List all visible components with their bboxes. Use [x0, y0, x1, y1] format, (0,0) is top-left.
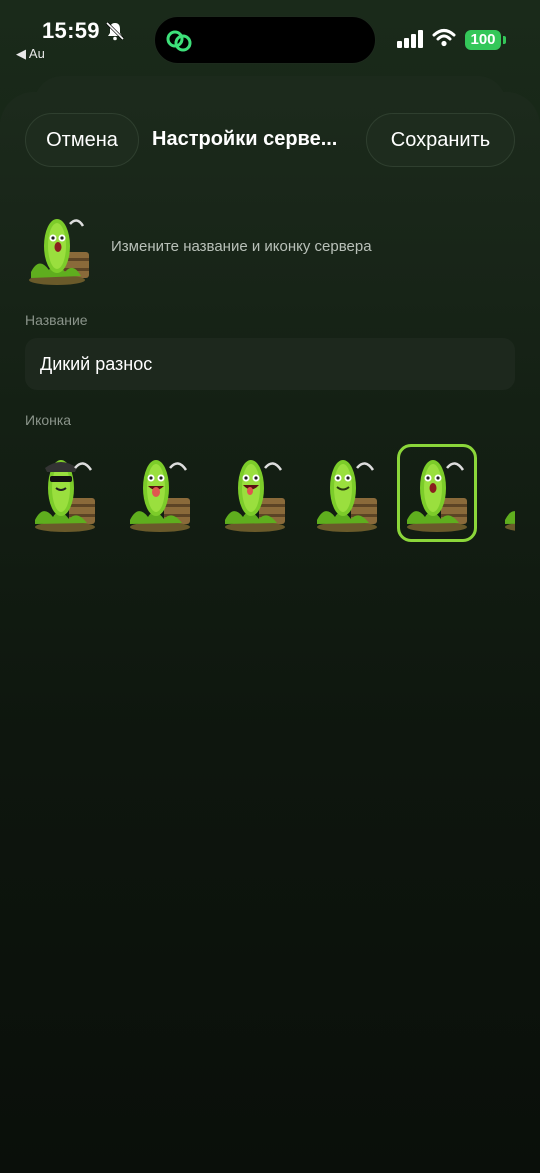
pickle-partial-icon [505, 511, 515, 531]
status-time: 15:59 [42, 18, 100, 43]
name-section-label: Название [25, 312, 88, 328]
icon-option[interactable] [495, 444, 515, 542]
pickle-smile-icon [317, 460, 377, 532]
icon-option[interactable] [120, 444, 200, 542]
icon-picker-row[interactable] [25, 444, 515, 542]
cancel-button[interactable]: Отмена [25, 113, 139, 167]
pickle-grin-icon [225, 460, 285, 532]
dynamic-island [154, 16, 376, 64]
icon-option[interactable] [397, 444, 477, 542]
icon-option[interactable] [307, 444, 387, 542]
icon-option[interactable] [25, 444, 105, 542]
status-bar: 15:59 ◀ Au 100 [0, 0, 540, 70]
save-button[interactable]: Сохранить [366, 113, 515, 167]
server-name-input[interactable]: Дикий разнос [25, 338, 515, 390]
cellular-signal-icon [397, 30, 423, 48]
icon-section-label: Иконка [25, 412, 72, 428]
server-hint-text: Измените название и иконку сервера [111, 238, 372, 255]
link-icon [166, 30, 192, 52]
pickle-sunglasses-icon [35, 460, 95, 532]
battery-tip [503, 36, 506, 44]
wifi-icon [432, 29, 456, 47]
back-to-app-link[interactable]: ◀ Au [16, 46, 45, 62]
pickle-shocked-icon [407, 460, 467, 532]
bell-muted-icon [105, 21, 125, 41]
page-title: Настройки серве... [152, 128, 338, 150]
battery-indicator: 100 [465, 30, 501, 50]
icon-option[interactable] [215, 444, 295, 542]
server-avatar[interactable] [25, 212, 95, 286]
pickle-shocked-icon [29, 219, 89, 285]
pickle-tongue-icon [130, 460, 190, 532]
